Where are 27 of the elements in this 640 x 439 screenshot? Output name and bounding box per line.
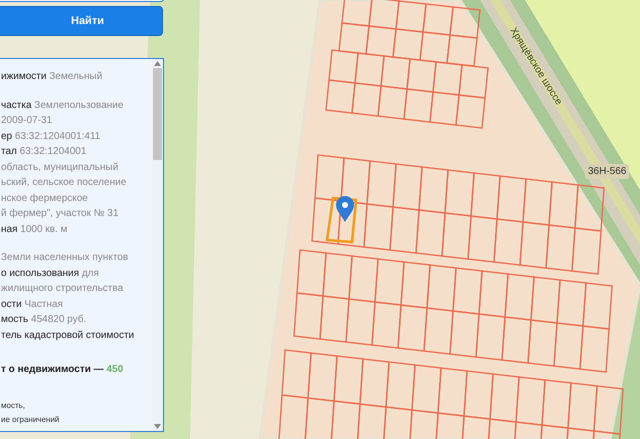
info-line: мость 454820 руб. bbox=[1, 313, 86, 327]
note-text: ие ограничений bbox=[1, 414, 60, 426]
info-line: тал 63:32:1204001 bbox=[1, 145, 86, 159]
info-line: частка Землепользование bbox=[1, 98, 124, 112]
scroll-down-icon[interactable] bbox=[154, 422, 161, 431]
location-pin-icon[interactable] bbox=[336, 196, 354, 222]
info-line: ер 63:32:1204001:411 bbox=[1, 130, 100, 144]
info-line: ости Частная bbox=[1, 298, 63, 312]
scroll-up-icon[interactable] bbox=[154, 59, 161, 68]
info-line: область, муниципальный bbox=[1, 160, 118, 174]
info-line: 2009-07-31 bbox=[1, 114, 52, 128]
listing-count: т о недвижимости — 450 bbox=[1, 363, 124, 377]
info-line: жилищного строительства bbox=[1, 282, 124, 296]
find-button[interactable]: Найти bbox=[0, 6, 163, 36]
selected-parcel[interactable] bbox=[326, 196, 358, 244]
info-line: Земли населенных пунктов bbox=[1, 251, 128, 265]
info-line: тель кадастровой стоимости bbox=[1, 328, 134, 342]
scroll-thumb[interactable] bbox=[153, 68, 162, 160]
info-line: ная 1000 кв. м bbox=[1, 222, 68, 236]
info-line: ьский, сельское поселение bbox=[1, 176, 126, 190]
scrollbar[interactable] bbox=[152, 59, 163, 431]
info-line: нское фермерское bbox=[1, 192, 88, 206]
note-text: мость, bbox=[1, 400, 26, 412]
road-number-label: 36Н-566 bbox=[585, 164, 630, 179]
info-line: ижимости Земельный bbox=[1, 70, 102, 84]
info-line: й фермер", участок № 31 bbox=[1, 207, 118, 221]
info-line: о использования для bbox=[1, 266, 99, 280]
